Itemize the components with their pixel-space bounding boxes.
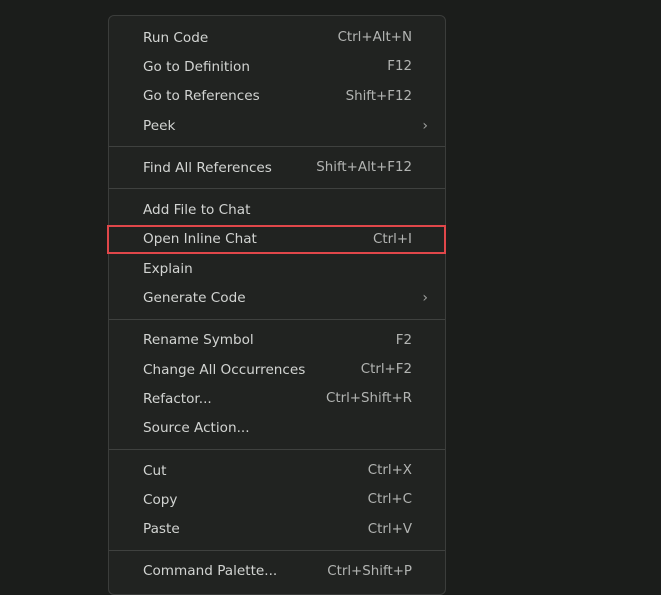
menu-item-label: Peek (143, 117, 176, 134)
menu-item-shortcut: Ctrl+F2 (360, 362, 412, 378)
menu-item-label: Refactor... (143, 390, 212, 407)
menu-item-go-to-references[interactable]: Go to References Shift+F12 (109, 82, 445, 111)
chevron-right-icon: › (422, 117, 428, 134)
menu-item-shortcut: Ctrl+I (373, 231, 412, 247)
menu-item-run-code[interactable]: Run Code Ctrl+Alt+N (109, 23, 445, 52)
menu-item-paste[interactable]: Paste Ctrl+V (109, 514, 445, 543)
menu-item-label: Rename Symbol (143, 332, 254, 349)
menu-separator (109, 318, 445, 320)
menu-item-label: Go to Definition (143, 58, 250, 75)
menu-item-open-inline-chat[interactable]: Open Inline Chat Ctrl+I (107, 224, 446, 255)
menu-item-shortcut: Shift+F12 (345, 88, 412, 104)
menu-item-shortcut: F2 (395, 332, 412, 348)
menu-item-label: Find All References (143, 159, 272, 176)
menu-item-label: Change All Occurrences (143, 361, 306, 378)
menu-item-shortcut: Shift+Alt+F12 (316, 160, 412, 176)
menu-item-label: Generate Code (143, 290, 246, 307)
menu-item-shortcut: Ctrl+Alt+N (337, 30, 412, 46)
menu-item-shortcut: Ctrl+X (367, 463, 412, 478)
menu-item-change-all-occurrences[interactable]: Change All Occurrences Ctrl+F2 (109, 355, 445, 384)
menu-item-label: Run Code (143, 29, 209, 46)
menu-item-command-palette[interactable]: Command Palette... Ctrl+Shift+P (109, 557, 445, 586)
menu-item-label: Copy (143, 491, 178, 508)
menu-item-label: Paste (143, 521, 180, 538)
context-menu: Run Code Ctrl+Alt+N Go to Definition F12 Go … (107, 15, 446, 595)
menu-separator (109, 549, 445, 551)
menu-item-generate-code[interactable]: Generate Code › (109, 283, 445, 312)
menu-item-shortcut: Ctrl+C (367, 492, 412, 508)
menu-item-explain[interactable]: Explain (109, 254, 445, 283)
menu-item-label: Command Palette... (143, 563, 278, 580)
menu-item-label: Cut (143, 462, 167, 479)
menu-separator (109, 146, 445, 148)
menu-item-peek[interactable]: Peek › (109, 111, 445, 140)
menu-separator (109, 448, 445, 450)
menu-item-shortcut: Ctrl+Shift+P (327, 563, 412, 579)
menu-item-shortcut: F12 (387, 59, 412, 75)
menu-item-find-all-references[interactable]: Find All References Shift+Alt+F12 (109, 153, 445, 182)
menu-separator (109, 188, 445, 190)
menu-item-refactor[interactable]: Refactor... Ctrl+Shift+R (109, 384, 445, 413)
menu-item-cut[interactable]: Cut Ctrl+X (109, 456, 445, 485)
menu-item-label: Source Action... (143, 420, 250, 437)
menu-item-label: Add File to Chat (143, 202, 251, 219)
menu-item-copy[interactable]: Copy Ctrl+C (109, 485, 445, 514)
menu-item-label: Open Inline Chat (143, 231, 257, 248)
menu-item-go-to-definition[interactable]: Go to Definition F12 (109, 52, 445, 81)
menu-item-label: Explain (143, 260, 193, 277)
menu-item-add-file-to-chat[interactable]: Add File to Chat (109, 195, 445, 224)
menu-item-shortcut: Ctrl+Shift+R (325, 391, 412, 407)
menu-item-label: Go to References (143, 88, 260, 105)
menu-item-source-action[interactable]: Source Action... (109, 414, 445, 443)
menu-item-rename-symbol[interactable]: Rename Symbol F2 (109, 326, 445, 355)
menu-item-shortcut: Ctrl+V (367, 521, 412, 537)
chevron-right-icon: › (422, 290, 428, 307)
